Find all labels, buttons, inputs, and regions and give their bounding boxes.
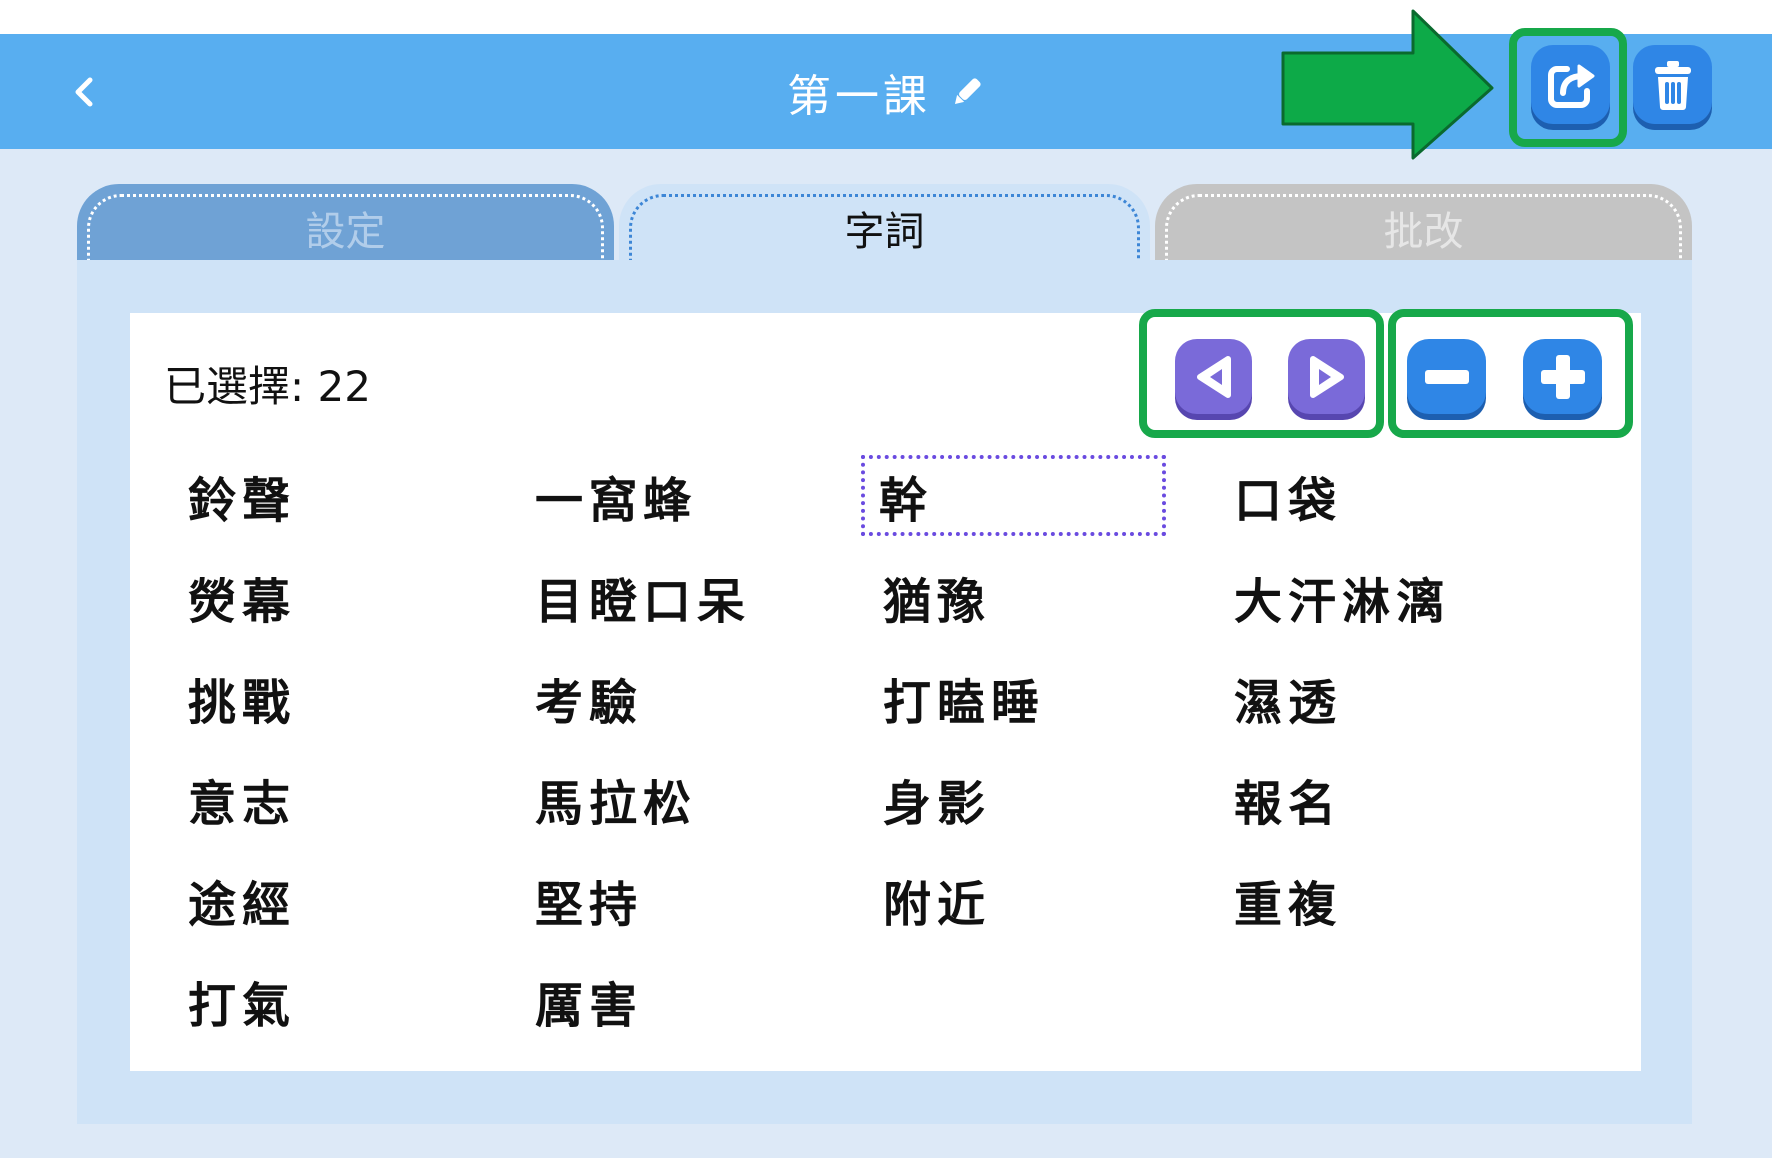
tab-settings[interactable]: 設定: [77, 184, 614, 260]
word-item[interactable]: 熒幕: [166, 556, 471, 637]
word-item[interactable]: 打氣: [166, 960, 471, 1041]
word-item[interactable]: 目瞪口呆: [513, 556, 818, 637]
word-item[interactable]: 意志: [166, 758, 471, 839]
word-item[interactable]: 附近: [861, 859, 1166, 940]
word-item[interactable]: 考驗: [513, 657, 818, 738]
word-item[interactable]: 身影: [861, 758, 1166, 839]
trash-icon: [1654, 60, 1691, 110]
word-item[interactable]: 馬拉松: [513, 758, 818, 839]
word-item[interactable]: 途經: [166, 859, 471, 940]
word-item[interactable]: 挑戰: [166, 657, 471, 738]
zoom-out-button[interactable]: [1407, 339, 1486, 414]
word-item[interactable]: 報名: [1212, 758, 1517, 839]
share-button[interactable]: [1531, 45, 1610, 124]
word-item[interactable]: 厲害: [513, 960, 818, 1041]
tab-settings-label: 設定: [305, 209, 386, 255]
word-grid: 鈴聲 一窩蜂 幹 口袋 熒幕 目瞪口呆 猶豫 大汗淋漓 挑戰 考驗 打瞌睡 濕透…: [184, 445, 1570, 1051]
triangle-right-icon: [1309, 355, 1344, 398]
triangle-left-icon: [1196, 355, 1231, 398]
zoom-in-button[interactable]: [1523, 339, 1602, 414]
word-item[interactable]: 堅持: [513, 859, 818, 940]
word-item[interactable]: 猶豫: [861, 556, 1166, 637]
prev-button[interactable]: [1175, 339, 1252, 414]
plus-icon: [1540, 354, 1585, 399]
word-item[interactable]: 濕透: [1212, 657, 1517, 738]
share-icon: [1547, 64, 1594, 108]
tab-grading[interactable]: 批改: [1155, 184, 1692, 260]
tab-words[interactable]: 字詞: [619, 184, 1150, 260]
next-button[interactable]: [1288, 339, 1365, 414]
word-item[interactable]: 鈴聲: [166, 455, 471, 536]
word-item[interactable]: 打瞌睡: [861, 657, 1166, 738]
selected-count: 已選擇: 22: [164, 362, 371, 411]
green-arrow-icon: [1281, 9, 1494, 160]
minus-icon: [1424, 369, 1469, 384]
delete-button[interactable]: [1633, 45, 1712, 124]
word-item[interactable]: 重複: [1212, 859, 1517, 940]
word-item[interactable]: 大汗淋漓: [1212, 556, 1517, 637]
word-item[interactable]: 口袋: [1212, 455, 1517, 536]
word-item-selected[interactable]: 幹: [861, 455, 1166, 536]
word-item[interactable]: 一窩蜂: [513, 455, 818, 536]
tab-words-label: 字詞: [844, 209, 925, 255]
tab-grading-label: 批改: [1383, 209, 1464, 255]
